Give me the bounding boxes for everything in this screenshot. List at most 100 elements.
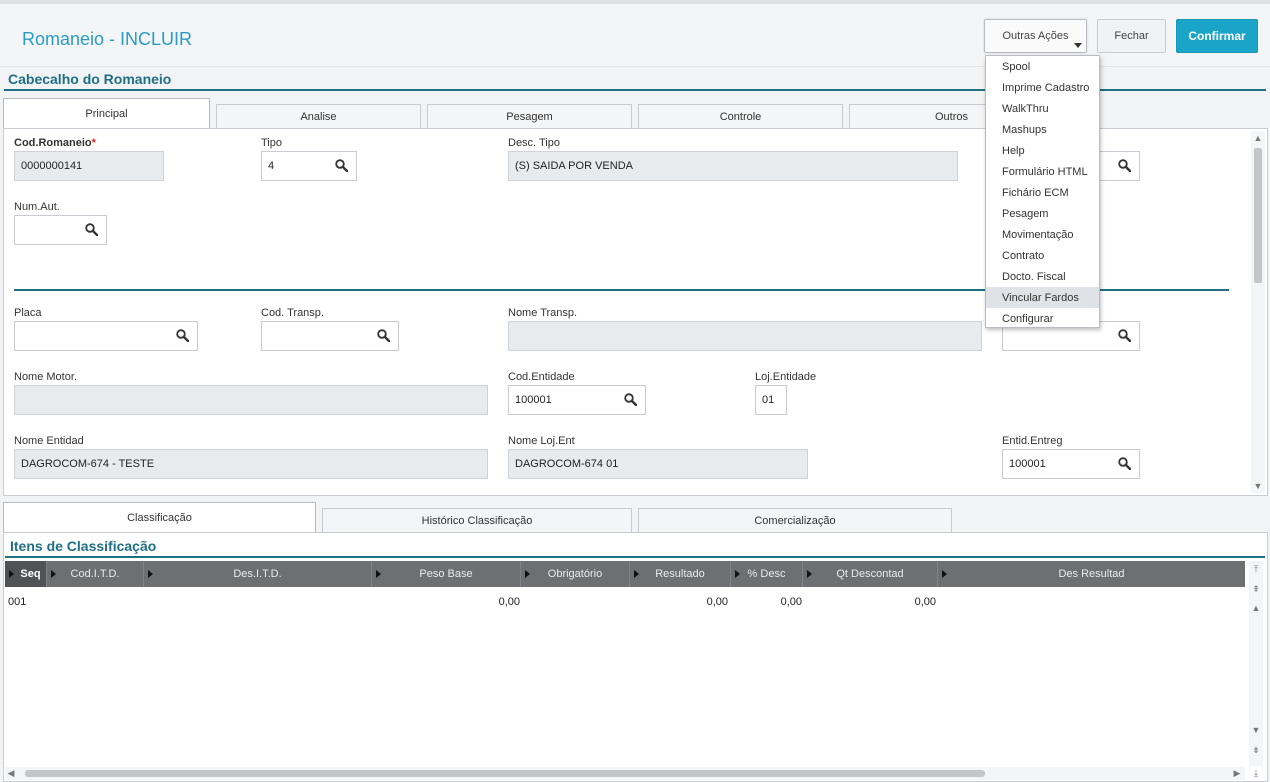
menu-item-vincular-fardos[interactable]: Vincular Fardos xyxy=(986,287,1099,308)
column-header-resultado[interactable]: Resultado xyxy=(630,561,731,587)
nome-loj-ent-value: DAGROCOM-674 01 xyxy=(515,458,619,470)
tab-principal[interactable]: Principal xyxy=(3,98,210,129)
sort-arrow-icon xyxy=(807,570,812,578)
menu-item-imprime-cadastro[interactable]: Imprime Cadastro xyxy=(986,77,1099,98)
menu-item-movimentacao[interactable]: Movimentação xyxy=(986,224,1099,245)
search-icon[interactable] xyxy=(176,329,189,342)
menu-item-walkthru[interactable]: WalkThru xyxy=(986,98,1099,119)
column-header-obrigatorio[interactable]: Obrigatório xyxy=(521,561,630,587)
search-icon[interactable] xyxy=(1118,159,1131,172)
scroll-page-up-icon[interactable]: ⇞ xyxy=(1250,583,1262,595)
menu-item-help[interactable]: Help xyxy=(986,140,1099,161)
menu-item-formulario-html[interactable]: Formulário HTML xyxy=(986,161,1099,182)
menu-item-fichario-ecm[interactable]: Fichário ECM xyxy=(986,182,1099,203)
column-header-peso-base[interactable]: Peso Base xyxy=(372,561,521,587)
cod-romaneio-field[interactable]: 0000000141 xyxy=(14,151,164,181)
nome-motor-field[interactable] xyxy=(14,385,488,415)
scroll-right-icon[interactable]: ▶ xyxy=(1232,768,1242,779)
loj-entidade-label: Loj.Entidade xyxy=(755,371,817,383)
sort-arrow-icon xyxy=(942,570,947,578)
search-icon[interactable] xyxy=(1118,457,1131,470)
scroll-down-icon[interactable]: ▼ xyxy=(1252,480,1264,492)
entid-entreg-field[interactable]: 100001 xyxy=(1002,449,1140,479)
scroll-top-icon[interactable]: ⤒ xyxy=(1250,563,1262,575)
scroll-bottom-icon[interactable]: ⤓ xyxy=(1250,767,1262,779)
scroll-page-down-icon[interactable]: ⇟ xyxy=(1250,744,1262,756)
desc-tipo-field[interactable]: (S) SAIDA POR VENDA xyxy=(508,151,958,181)
sort-arrow-icon xyxy=(525,570,530,578)
grid-header: Seq Cod.I.T.D. Des.I.T.D. Peso Base Obri… xyxy=(5,561,1245,587)
loj-entidade-field[interactable]: 01 xyxy=(755,385,787,415)
sort-arrow-icon xyxy=(735,570,740,578)
tab-classificacao[interactable]: Classificação xyxy=(3,502,316,533)
page-title: Romaneio - INCLUIR xyxy=(22,29,193,49)
cell-resultado: 0,00 xyxy=(706,596,728,608)
nome-motor-label: Nome Motor. xyxy=(14,371,77,383)
nome-entidad-value: DAGROCOM-674 - TESTE xyxy=(21,458,155,470)
cod-transp-label: Cod. Transp. xyxy=(261,307,324,319)
search-icon[interactable] xyxy=(377,329,390,342)
scroll-down-icon[interactable]: ▼ xyxy=(1250,724,1262,736)
tab-historico-classificacao[interactable]: Histórico Classificação xyxy=(322,508,632,533)
cod-romaneio-label: Cod.Romaneio* xyxy=(14,137,96,149)
tab-analise[interactable]: Analise xyxy=(216,104,421,129)
entid-entreg-value: 100001 xyxy=(1009,458,1046,470)
nome-entidad-label: Nome Entidad xyxy=(14,435,84,447)
search-icon[interactable] xyxy=(624,393,637,406)
fechar-button[interactable]: Fechar xyxy=(1097,19,1166,53)
search-icon[interactable] xyxy=(85,223,98,236)
scroll-left-icon[interactable]: ◀ xyxy=(6,768,16,779)
column-header-qt-descontad[interactable]: Qt Descontad xyxy=(803,561,938,587)
cod-entidade-field[interactable]: 100001 xyxy=(508,385,646,415)
sort-arrow-icon xyxy=(376,570,381,578)
chevron-down-icon xyxy=(1074,43,1082,48)
tab-comercializacao[interactable]: Comercialização xyxy=(638,508,952,533)
nome-loj-ent-label: Nome Loj.Ent xyxy=(508,435,575,447)
sort-arrow-icon xyxy=(9,570,14,578)
menu-item-docto-fiscal[interactable]: Docto. Fiscal xyxy=(986,266,1099,287)
grid-horizontal-scrollbar[interactable]: ◀ ▶ xyxy=(5,767,1245,780)
menu-item-pesagem[interactable]: Pesagem xyxy=(986,203,1099,224)
num-aut-field[interactable] xyxy=(14,215,107,245)
grid-scrollbar[interactable]: ⤒ ⇞ ▲ ▼ ⇟ xyxy=(1249,561,1263,766)
nome-transp-label: Nome Transp. xyxy=(508,307,578,319)
column-header-des-resultad[interactable]: Des Resultad xyxy=(938,561,1245,587)
cod-entidade-value: 100001 xyxy=(515,394,552,406)
sort-arrow-icon xyxy=(148,570,153,578)
menu-item-configurar[interactable]: Configurar xyxy=(986,308,1099,329)
scroll-up-icon[interactable]: ▲ xyxy=(1252,132,1264,144)
column-header-des-itd[interactable]: Des.I.T.D. xyxy=(144,561,372,587)
outras-acoes-menu: Spool Imprime Cadastro WalkThru Mashups … xyxy=(985,55,1100,328)
scrollbar-thumb[interactable] xyxy=(1254,148,1262,283)
cell-seq: 001 xyxy=(8,596,27,608)
tab-pesagem[interactable]: Pesagem xyxy=(427,104,632,129)
search-icon[interactable] xyxy=(1118,329,1131,342)
outras-acoes-label: Outras Ações xyxy=(1002,30,1069,42)
entid-entreg-label: Entid.Entreg xyxy=(1002,435,1063,447)
column-header-cod-itd[interactable]: Cod.I.T.D. xyxy=(47,561,144,587)
sort-arrow-icon xyxy=(634,570,639,578)
nome-transp-field[interactable] xyxy=(508,321,982,351)
sort-arrow-icon xyxy=(51,570,56,578)
table-row[interactable]: 001 0,00 0,00 0,00 0,00 xyxy=(5,590,1245,614)
tipo-field[interactable]: 4 xyxy=(261,151,357,181)
horizontal-scrollbar-thumb[interactable] xyxy=(25,770,985,777)
column-header-seq[interactable]: Seq xyxy=(5,561,47,587)
tipo-label: Tipo xyxy=(261,137,282,149)
scroll-up-icon[interactable]: ▲ xyxy=(1250,602,1262,614)
cod-entidade-label: Cod.Entidade xyxy=(508,371,575,383)
outras-acoes-button[interactable]: Outras Ações xyxy=(984,19,1087,53)
nome-entidad-field[interactable]: DAGROCOM-674 - TESTE xyxy=(14,449,488,479)
menu-item-contrato[interactable]: Contrato xyxy=(986,245,1099,266)
confirmar-button[interactable]: Confirmar xyxy=(1176,19,1258,53)
column-header-desc[interactable]: % Desc xyxy=(731,561,803,587)
search-icon[interactable] xyxy=(335,159,348,172)
menu-item-spool[interactable]: Spool xyxy=(986,56,1099,77)
tab-controle[interactable]: Controle xyxy=(638,104,843,129)
menu-item-mashups[interactable]: Mashups xyxy=(986,119,1099,140)
desc-tipo-label: Desc. Tipo xyxy=(508,137,560,149)
placa-field[interactable] xyxy=(14,321,198,351)
nome-loj-ent-field[interactable]: DAGROCOM-674 01 xyxy=(508,449,808,479)
cod-transp-field[interactable] xyxy=(261,321,399,351)
form-scrollbar[interactable]: ▲ ▼ xyxy=(1251,131,1265,493)
